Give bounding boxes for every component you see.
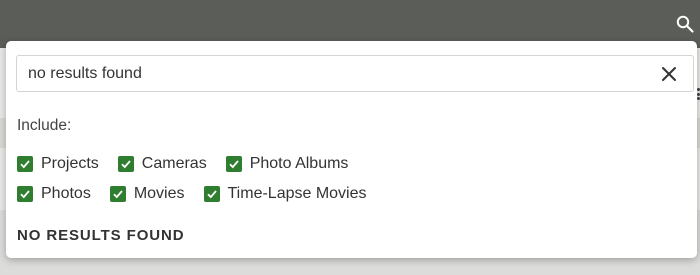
- checkmark-icon: [206, 190, 217, 199]
- checkmark-icon: [20, 160, 30, 169]
- filter-label: Photos: [41, 185, 91, 202]
- filter-label: Photo Albums: [249, 155, 349, 172]
- header-search-button[interactable]: [674, 13, 696, 35]
- checkbox-checked[interactable]: [117, 156, 134, 172]
- filter-photos[interactable]: Photos: [17, 185, 91, 203]
- checkbox-checked[interactable]: [225, 156, 242, 172]
- filter-projects[interactable]: Projects: [17, 155, 99, 173]
- search-input[interactable]: [17, 56, 651, 91]
- filter-row: Photos Movies Time-Lapse Movies: [17, 185, 386, 203]
- checkbox-checked[interactable]: [109, 186, 126, 202]
- filter-movies[interactable]: Movies: [109, 185, 185, 203]
- filter-label: Cameras: [141, 155, 207, 172]
- checkmark-icon: [121, 160, 131, 169]
- search-dropdown-panel: Include: Projects Cameras Photo Albums: [6, 41, 697, 258]
- checkbox-checked[interactable]: [17, 186, 33, 202]
- checkbox-checked[interactable]: [17, 156, 33, 172]
- clear-search-button[interactable]: [651, 56, 687, 92]
- include-heading: Include:: [17, 117, 72, 134]
- filter-cameras[interactable]: Cameras: [117, 155, 207, 173]
- filter-label: Time-Lapse Movies: [227, 185, 367, 202]
- search-box: [16, 55, 694, 92]
- checkbox-checked[interactable]: [203, 186, 220, 202]
- no-results-message: NO RESULTS FOUND: [17, 227, 185, 244]
- checkmark-icon: [113, 190, 123, 199]
- filter-row: Projects Cameras Photo Albums: [17, 155, 367, 173]
- checkmark-icon: [229, 160, 239, 169]
- filter-label: Movies: [133, 185, 185, 202]
- filter-label: Projects: [41, 155, 99, 172]
- search-icon: [676, 15, 694, 33]
- close-icon: [662, 66, 676, 81]
- filter-photo-albums[interactable]: Photo Albums: [225, 155, 349, 173]
- filter-time-lapse-movies[interactable]: Time-Lapse Movies: [203, 185, 367, 203]
- checkmark-icon: [20, 190, 30, 199]
